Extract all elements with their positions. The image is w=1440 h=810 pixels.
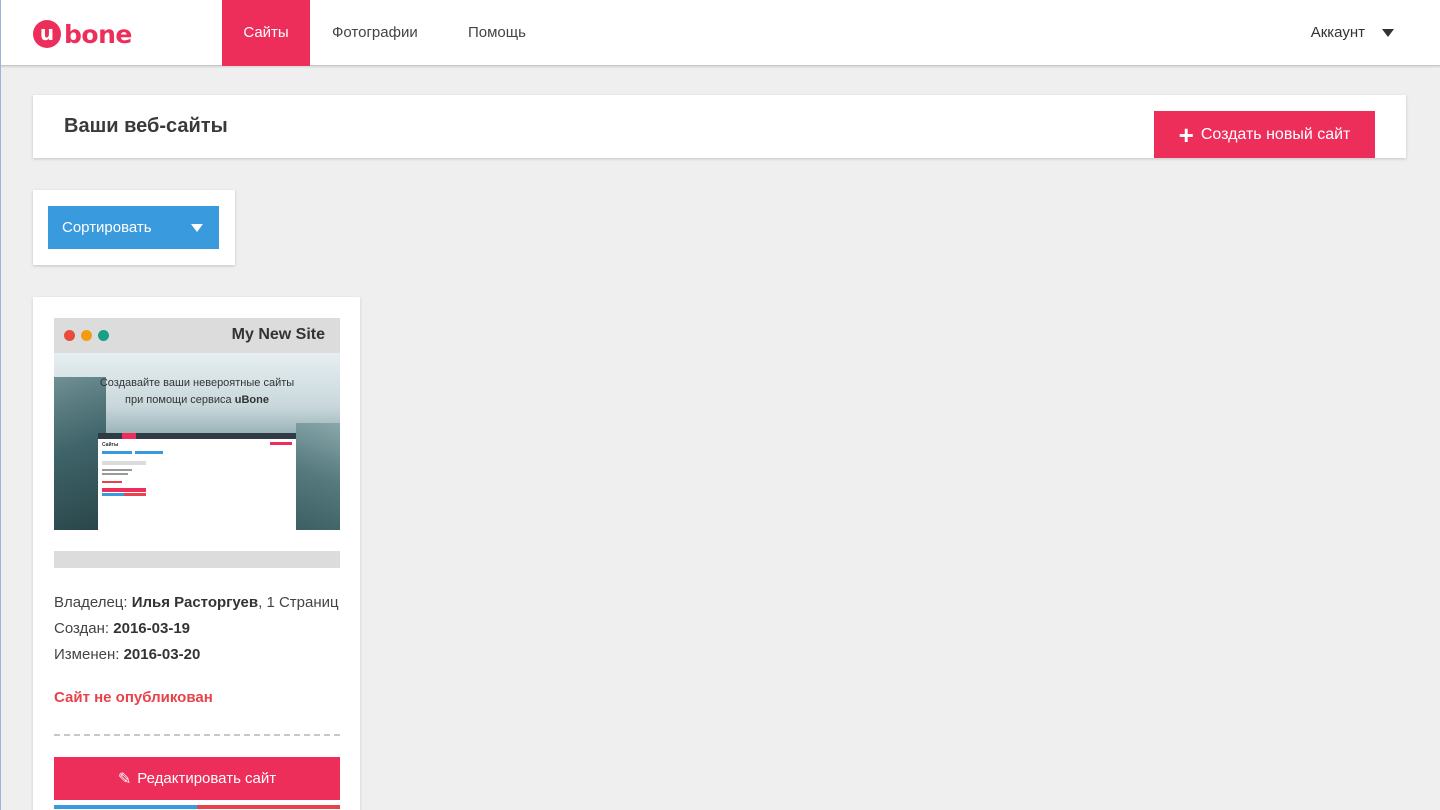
created-label: Создан: xyxy=(54,620,110,637)
mini-action-button xyxy=(124,493,146,496)
page-count: , 1 Страниц xyxy=(258,594,339,611)
preview-tagline-prefix: при помощи сервиса xyxy=(125,394,232,406)
sort-dropdown[interactable]: Сортировать xyxy=(48,206,219,249)
mini-meta-line xyxy=(102,473,128,475)
edit-icon: ✎ xyxy=(117,770,132,788)
created-date: 2016-03-19 xyxy=(113,620,191,637)
sort-panel: Сортировать xyxy=(33,190,235,265)
mini-create-button xyxy=(270,442,292,445)
preview-tagline-brand: uBone xyxy=(234,394,269,406)
page-header-panel: Ваши веб-сайты + Создать новый сайт xyxy=(33,95,1406,158)
modified-date: 2016-03-20 xyxy=(123,646,201,663)
mini-sort-button xyxy=(102,451,132,454)
divider xyxy=(54,734,340,736)
site-preview-browser-bar: My New Site xyxy=(54,318,340,353)
chevron-down-icon xyxy=(191,224,203,232)
owner-name: Илья Расторгуев xyxy=(131,594,259,611)
mini-title: Сайты xyxy=(102,442,119,448)
site-name: My New Site xyxy=(231,326,325,343)
logo-text: bone xyxy=(64,19,132,49)
modified-label: Изменен: xyxy=(54,646,120,663)
mini-edit-button xyxy=(102,488,146,492)
mini-card-header xyxy=(102,461,146,465)
create-site-label: Создать новый сайт xyxy=(1200,125,1351,143)
plus-icon: + xyxy=(1178,119,1194,150)
top-navbar: u bone Сайты Фотографии Помощь Аккаунт xyxy=(0,0,1440,66)
nav-item-photos[interactable]: Фотографии xyxy=(332,0,418,66)
mini-nav-active xyxy=(122,433,136,439)
site-preview-footer-bar xyxy=(54,551,340,568)
preview-tagline-line1: Создавайте ваши невероятные сайты xyxy=(99,377,295,389)
mini-action-button xyxy=(102,493,124,496)
owner-label: Владелец: xyxy=(54,594,128,611)
card-actions-strip xyxy=(54,805,340,809)
site-modified-line: Изменен: 2016-03-20 xyxy=(54,646,200,663)
ubone-logo[interactable]: u bone xyxy=(33,19,132,49)
site-preview-thumbnail[interactable]: Создавайте ваши невероятные сайты при по… xyxy=(54,353,340,530)
green-dot-icon xyxy=(98,330,109,341)
site-created-line: Создан: 2016-03-19 xyxy=(54,620,190,637)
status-badge: Сайт не опубликован xyxy=(54,689,213,706)
chevron-down-icon xyxy=(1382,29,1394,37)
edit-site-label: Редактировать сайт xyxy=(137,770,277,787)
logo-mark: u xyxy=(33,20,61,48)
red-dot-icon xyxy=(64,330,75,341)
nav-item-sites[interactable]: Сайты xyxy=(222,0,310,66)
mini-filter-button xyxy=(135,451,163,454)
window-edge xyxy=(0,0,1,810)
orange-dot-icon xyxy=(81,330,92,341)
site-owner-line: Владелец: Илья Расторгуев, 1 Страниц xyxy=(54,594,339,611)
account-menu[interactable]: Аккаунт xyxy=(1311,0,1394,66)
mini-status-line xyxy=(102,481,122,483)
delete-action-button[interactable] xyxy=(197,805,340,809)
edit-site-button[interactable]: ✎ Редактировать сайт xyxy=(54,757,340,800)
preview-tagline: Создавайте ваши невероятные сайты при по… xyxy=(54,375,340,409)
mini-meta-line xyxy=(102,469,132,471)
preview-mini-screenshot: Сайты xyxy=(98,433,296,530)
site-card: My New Site Создавайте ваши невероятные … xyxy=(33,297,360,810)
preview-background-right xyxy=(296,423,340,530)
preview-tagline-line2: при помощи сервиса uBone xyxy=(54,392,340,409)
account-label: Аккаунт xyxy=(1310,24,1365,41)
secondary-action-button[interactable] xyxy=(54,805,197,809)
page-title: Ваши веб-сайты xyxy=(64,115,228,137)
sort-label: Сортировать xyxy=(62,219,152,236)
create-site-button[interactable]: + Создать новый сайт xyxy=(1154,111,1375,158)
nav-item-help[interactable]: Помощь xyxy=(468,0,526,66)
